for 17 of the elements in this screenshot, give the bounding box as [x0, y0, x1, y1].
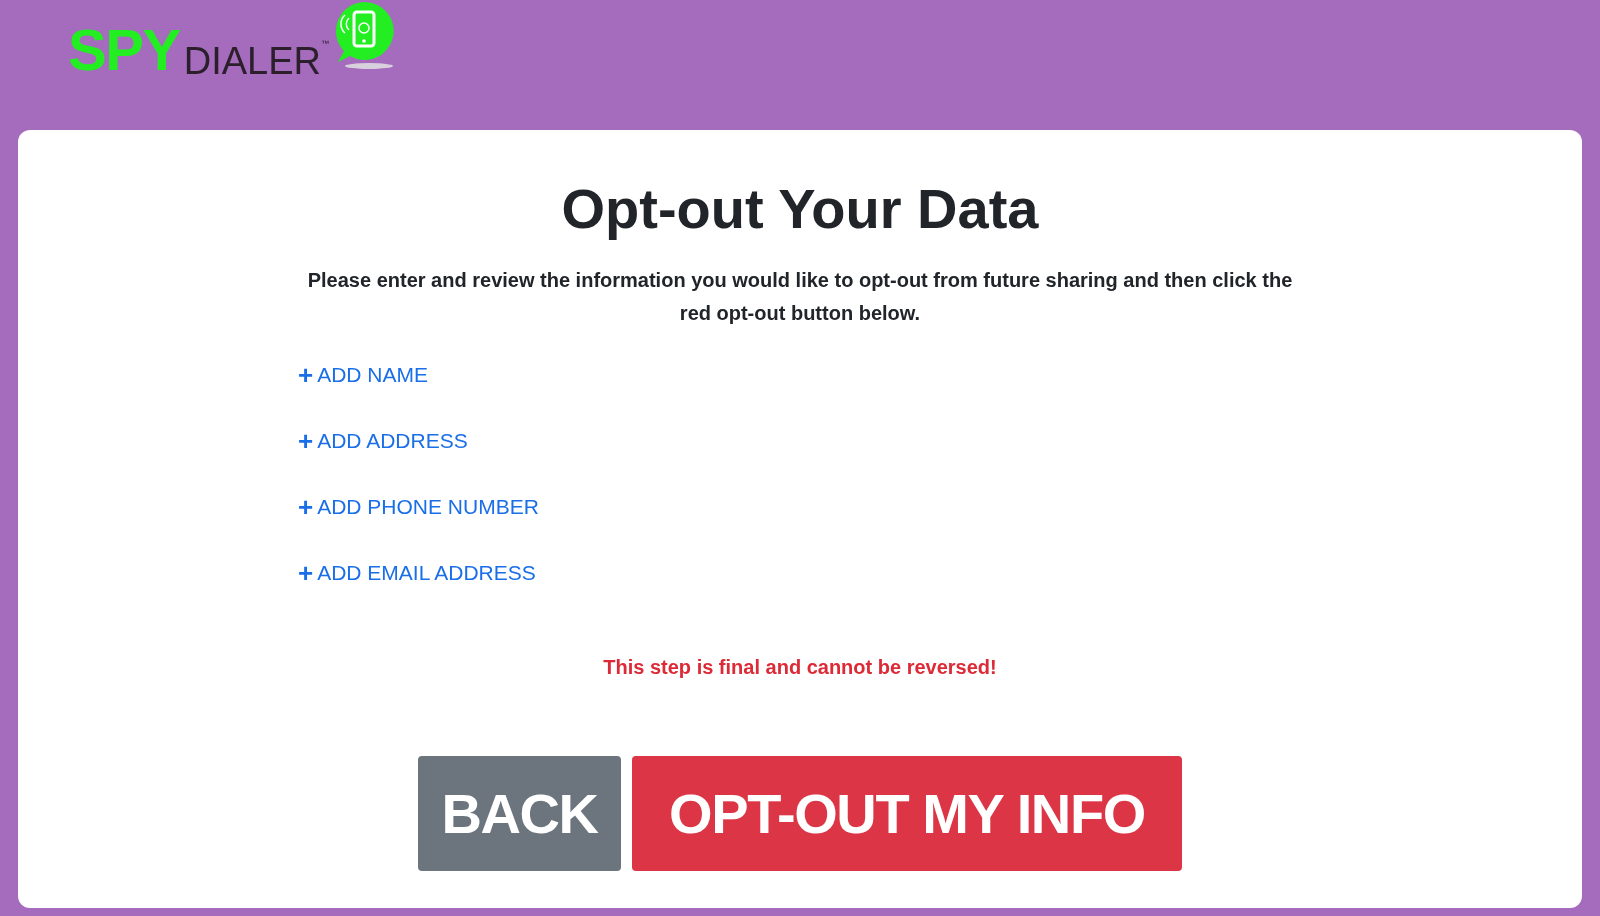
trademark: ™ — [321, 38, 329, 50]
logo-text: DIALER — [183, 42, 321, 80]
warning-text: This step is final and cannot be reversed! — [603, 655, 997, 680]
phone-bubble-icon — [333, 0, 395, 70]
back-button[interactable]: BACK — [418, 756, 621, 871]
plus-icon: + — [298, 560, 314, 586]
plus-icon: + — [298, 428, 314, 454]
intro-text: Please enter and review the information you would like to opt-out from future sharing and then click the red opt-out button below. — [306, 268, 1294, 326]
plus-icon: + — [298, 494, 314, 520]
add-link[interactable]: +ADD NAME — [298, 360, 539, 390]
add-link[interactable]: +ADD PHONE NUMBER — [298, 492, 539, 522]
page-title: Opt-out Your Data — [561, 176, 1039, 242]
add-link[interactable]: +ADD ADDRESS — [298, 426, 539, 456]
opt-out-button[interactable]: OPT-OUT MY INFO — [632, 756, 1182, 871]
add-link[interactable]: +ADD EMAIL ADDRESS — [298, 558, 539, 588]
plus-icon: + — [298, 362, 314, 388]
logo-text: SPY — [68, 18, 180, 82]
